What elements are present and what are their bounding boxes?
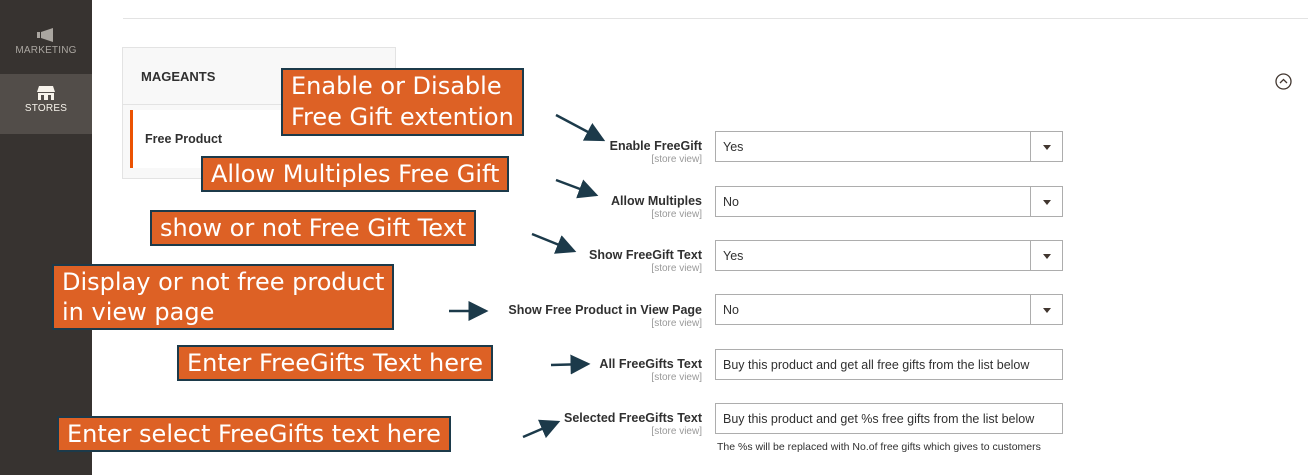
scope-label: [store view] [651, 318, 702, 329]
callout-all-text: Enter FreeGifts Text here [177, 345, 494, 381]
admin-sidebar: MARKETING STORES [0, 0, 92, 475]
scope-label: [store view] [651, 263, 702, 274]
chevron-down-icon[interactable] [1030, 187, 1062, 216]
nav-item-marketing[interactable]: MARKETING [0, 6, 92, 68]
show-freegift-text-label: Show FreeGift Text [store view] [402, 248, 702, 274]
field-label: Show Free Product in View Page [508, 303, 702, 317]
chevron-down-icon[interactable] [1030, 241, 1062, 270]
input-value: Buy this product and get %s free gifts f… [723, 412, 1035, 426]
tab-section-mageants[interactable]: MAGEANTS [141, 69, 215, 84]
show-free-product-view-label: Show Free Product in View Page [store vi… [402, 303, 702, 329]
field-label: Allow Multiples [611, 194, 702, 208]
enable-freegift-select[interactable]: Yes [715, 131, 1063, 162]
input-value: Buy this product and get all free gifts … [723, 358, 1030, 372]
megaphone-icon [37, 28, 53, 42]
callout-line: in view page [62, 298, 215, 326]
callout-line: Display or not free product [62, 268, 385, 296]
field-label: Enable FreeGift [609, 139, 702, 153]
callout-multiples: Allow Multiples Free Gift [201, 156, 510, 192]
arrow-multiples [555, 178, 599, 199]
nav-item-stores[interactable]: STORES [0, 74, 92, 134]
callout-text: Allow Multiples Free Gift [211, 160, 500, 188]
callout-show-text: show or not Free Gift Text [150, 210, 477, 246]
callout-text: show or not Free Gift Text [160, 214, 467, 242]
select-value: No [723, 195, 739, 209]
allow-multiples-select[interactable]: No [715, 186, 1063, 217]
select-value: Yes [723, 249, 744, 263]
callout-line: Enable or Disable [291, 72, 502, 100]
all-freegifts-text-input[interactable]: Buy this product and get all free gifts … [715, 349, 1063, 380]
arrow-enable [555, 113, 606, 142]
selected-freegifts-text-input[interactable]: Buy this product and get %s free gifts f… [715, 403, 1063, 434]
show-freegift-text-select[interactable]: Yes [715, 240, 1063, 271]
callout-enable: Enable or Disable Free Gift extention [281, 68, 524, 136]
select-value: Yes [723, 140, 744, 154]
nav-label-marketing: MARKETING [15, 45, 77, 56]
top-divider [123, 18, 1308, 19]
tab-item-label: Free Product [145, 132, 223, 146]
select-value: No [723, 303, 739, 317]
chevron-down-icon[interactable] [1030, 132, 1062, 161]
show-free-product-view-select[interactable]: No [715, 294, 1063, 325]
collapse-section-icon[interactable] [1275, 73, 1292, 90]
callout-view-page: Display or not free product in view page [52, 264, 395, 330]
chevron-down-icon[interactable] [1030, 295, 1062, 324]
field-label: Show FreeGift Text [589, 248, 702, 262]
callout-select-text: Enter select FreeGifts text here [57, 416, 451, 452]
callout-text: Enter select FreeGifts text here [67, 420, 441, 448]
callout-line: Free Gift extention [291, 103, 514, 131]
nav-label-stores: STORES [24, 103, 68, 114]
callout-text: Enter FreeGifts Text here [187, 349, 484, 377]
selected-freegifts-note: The %s will be replaced with No.of free … [717, 441, 1041, 453]
store-icon [37, 86, 55, 100]
